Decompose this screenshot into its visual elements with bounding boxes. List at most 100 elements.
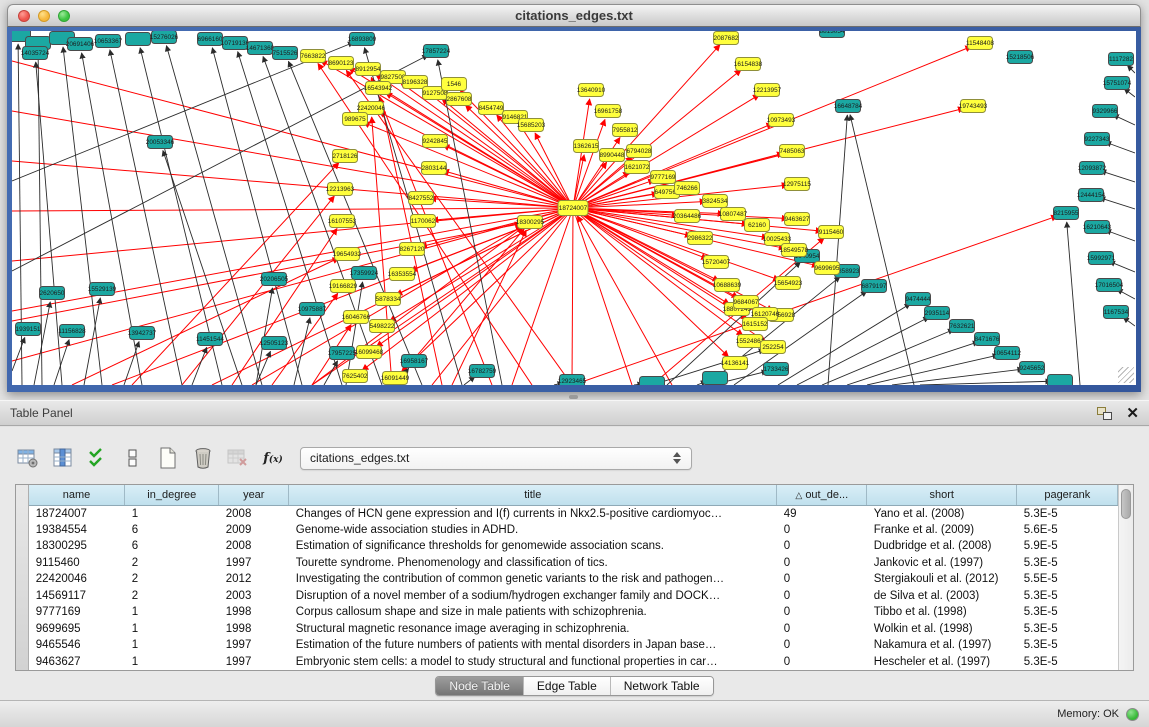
graph-node[interactable]: 8215955: [1054, 207, 1079, 220]
table-cell[interactable]: Yano et al. (2008): [867, 505, 1017, 522]
table-cell[interactable]: 6: [125, 522, 219, 539]
table-cell[interactable]: 1: [125, 637, 219, 654]
table-cell[interactable]: 0: [777, 621, 867, 638]
graph-node[interactable]: 19654932: [333, 248, 362, 261]
table-row[interactable]: 2242004622012Investigating the contribut…: [29, 571, 1118, 588]
graph-node[interactable]: 16154838: [734, 58, 763, 71]
panel-splitter-handle[interactable]: [569, 395, 578, 399]
graph-node-hub[interactable]: 18724007: [558, 201, 588, 216]
graph-node[interactable]: 7485063: [780, 145, 805, 158]
graph-node[interactable]: 8912954: [356, 63, 381, 76]
graph-node[interactable]: 12923465: [558, 375, 587, 386]
column-header-short[interactable]: short: [867, 485, 1017, 505]
graph-node[interactable]: 9115460: [819, 226, 844, 239]
network-window-titlebar[interactable]: citations_edges.txt: [7, 4, 1141, 27]
table-cell[interactable]: 2: [125, 555, 219, 572]
show-column-button[interactable]: [49, 445, 77, 471]
graph-node[interactable]: 7515526: [273, 47, 298, 60]
table-cell[interactable]: de Silva et al. (2003): [867, 588, 1017, 605]
graph-node[interactable]: 7955812: [613, 124, 638, 137]
table-cell[interactable]: Structural magnetic resonance image aver…: [289, 621, 777, 638]
table-cell[interactable]: Investigating the contribution of common…: [289, 571, 777, 588]
graph-node[interactable]: 12093872: [1078, 162, 1107, 175]
table-cell[interactable]: 1: [125, 604, 219, 621]
graph-node[interactable]: 16893809: [348, 33, 377, 46]
table-cell[interactable]: 0: [777, 538, 867, 555]
table-row[interactable]: 946554611997Estimation of the future num…: [29, 637, 1118, 654]
graph-node[interactable]: 1615152: [743, 318, 768, 331]
graph-node[interactable]: 16648784: [834, 100, 863, 113]
graph-node[interactable]: 2718126: [333, 150, 358, 163]
table-cell[interactable]: Tibbo et al. (1998): [867, 604, 1017, 621]
table-cell[interactable]: 0: [777, 654, 867, 671]
table-cell[interactable]: 9777169: [29, 604, 125, 621]
graph-node[interactable]: 12505123: [260, 337, 289, 350]
graph-node[interactable]: [703, 372, 728, 385]
column-header-title[interactable]: title: [289, 485, 777, 505]
graph-node[interactable]: 1167534: [1104, 306, 1129, 319]
table-cell[interactable]: Nakamura et al. (1997): [867, 637, 1017, 654]
table-cell[interactable]: 2008: [219, 538, 289, 555]
graph-node[interactable]: 16958167: [400, 355, 429, 368]
table-cell[interactable]: 0: [777, 588, 867, 605]
graph-node[interactable]: 8990448: [600, 149, 625, 162]
graph-node[interactable]: 7625402: [343, 370, 368, 383]
graph-node[interactable]: 14035724: [21, 47, 50, 60]
graph-node[interactable]: 12213963: [326, 183, 355, 196]
table-cell[interactable]: 6: [125, 538, 219, 555]
graph-node[interactable]: 252254: [761, 341, 786, 354]
graph-node[interactable]: 10807487: [719, 208, 748, 221]
column-header-name[interactable]: name: [29, 485, 125, 505]
delete-column-button[interactable]: [189, 445, 217, 471]
graph-node[interactable]: 18300295: [516, 216, 545, 229]
graph-node[interactable]: 20691406: [66, 38, 95, 51]
graph-node[interactable]: 16353554: [388, 268, 417, 281]
table-cell[interactable]: Franke et al. (2009): [867, 522, 1017, 539]
table-settings-button[interactable]: [14, 445, 42, 471]
table-row[interactable]: 946362711997Embryonic stem cells: a mode…: [29, 654, 1118, 671]
table-cell[interactable]: 49: [777, 505, 867, 522]
graph-node[interactable]: 19743493: [959, 100, 988, 113]
graph-node[interactable]: 13640910: [577, 84, 606, 97]
function-builder-button[interactable]: f(x): [259, 445, 287, 471]
graph-node[interactable]: 20053346: [146, 136, 175, 149]
graph-node[interactable]: 1939151: [16, 323, 41, 336]
table-cell[interactable]: 2008: [219, 505, 289, 522]
graph-node[interactable]: 18549578: [780, 244, 809, 257]
graph-node[interactable]: 6879197: [862, 280, 887, 293]
graph-node[interactable]: 11156828: [58, 325, 86, 338]
graph-node[interactable]: 9474444: [906, 293, 931, 306]
graph-node[interactable]: 5498222: [370, 320, 395, 333]
table-cell[interactable]: 1998: [219, 621, 289, 638]
table-cell[interactable]: 9699695: [29, 621, 125, 638]
graph-node[interactable]: 9245652: [1020, 362, 1045, 375]
graph-node[interactable]: 10653367: [94, 35, 123, 48]
graph-node[interactable]: 15529139: [88, 283, 117, 296]
table-cell[interactable]: Stergiakouli et al. (2012): [867, 571, 1017, 588]
table-cell[interactable]: 5.5E-5: [1017, 571, 1118, 588]
graph-node[interactable]: 16099468: [355, 346, 384, 359]
resize-grip[interactable]: [1118, 367, 1134, 383]
graph-node[interactable]: 6966160: [198, 33, 223, 46]
table-cell[interactable]: 18724007: [29, 505, 125, 522]
table-cell[interactable]: 2012: [219, 571, 289, 588]
column-header-year[interactable]: year: [219, 485, 289, 505]
table-cell[interactable]: Tourette syndrome. Phenomenology and cla…: [289, 555, 777, 572]
graph-node[interactable]: 2935114: [925, 307, 950, 320]
graph-node[interactable]: 10975887: [298, 303, 327, 316]
graph-node[interactable]: 14671368: [246, 42, 275, 55]
table-row[interactable]: 969969511998Structural magnetic resonanc…: [29, 621, 1118, 638]
table-row[interactable]: 1872400712008Changes of HCN gene express…: [29, 505, 1118, 522]
table-cell[interactable]: 1: [125, 654, 219, 671]
table-cell[interactable]: 1997: [219, 654, 289, 671]
tab-network-table[interactable]: Network Table: [611, 677, 713, 695]
graph-node[interactable]: 7632621: [950, 320, 975, 333]
table-cell[interactable]: 18300295: [29, 538, 125, 555]
graph-node[interactable]: 1621072: [625, 161, 650, 174]
table-cell[interactable]: Disruption of a novel member of a sodium…: [289, 588, 777, 605]
graph-node[interactable]: [640, 377, 665, 386]
graph-node[interactable]: 9777169: [651, 171, 676, 184]
graph-node[interactable]: 9699695: [815, 262, 840, 275]
graph-node[interactable]: 15685203: [517, 119, 546, 132]
graph-node[interactable]: 12975115: [783, 178, 811, 191]
